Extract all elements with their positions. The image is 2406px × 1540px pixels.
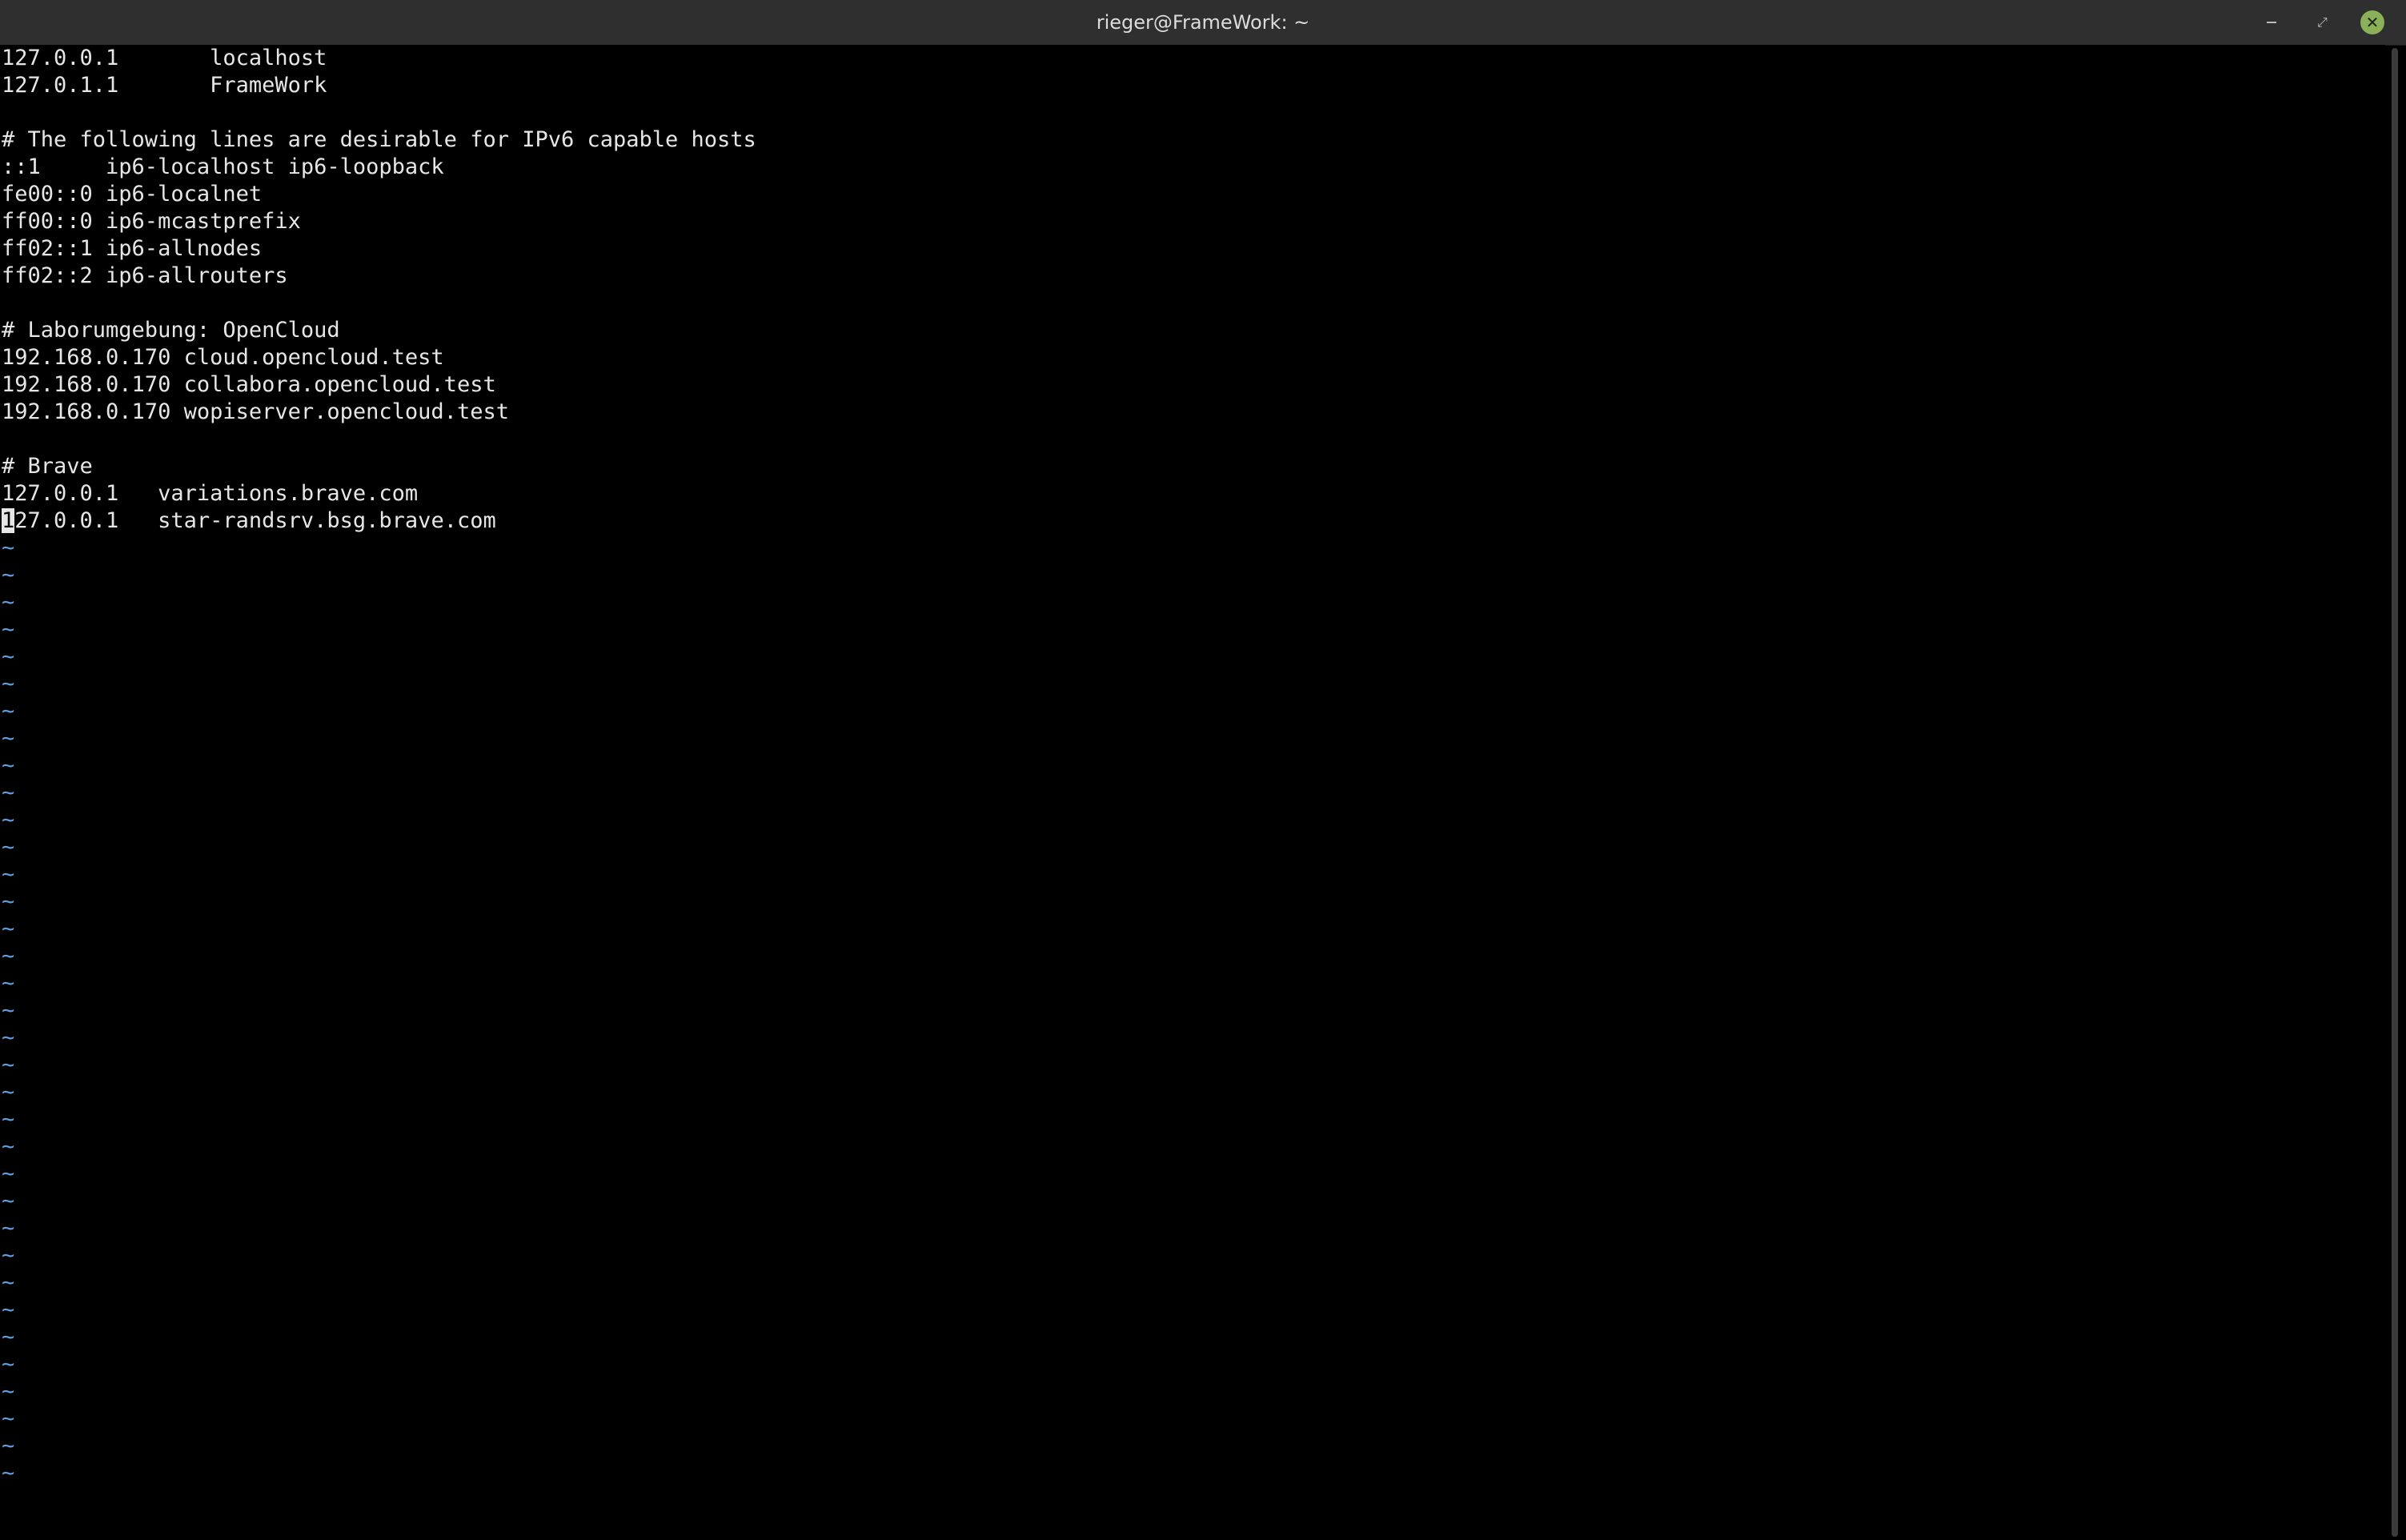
title-bar[interactable]: rieger@FrameWork: ~ ⤢ ✕ (0, 0, 2406, 46)
buffer-line: 127.0.0.1 variations.brave.com (2, 481, 419, 506)
empty-line-tilde: ~ (2, 780, 15, 805)
vim-editor-buffer[interactable]: 127.0.0.1 localhost 127.0.1.1 FrameWork … (0, 45, 2385, 1540)
empty-line-tilde: ~ (2, 1379, 15, 1404)
empty-line-tilde: ~ (2, 617, 15, 642)
empty-line-tilde: ~ (2, 590, 15, 615)
buffer-line: # Brave (2, 454, 93, 479)
empty-line-tilde: ~ (2, 644, 15, 669)
terminal-window: rieger@FrameWork: ~ ⤢ ✕ 127.0.0.1 localh… (0, 0, 2406, 1540)
empty-line-tilde: ~ (2, 1297, 15, 1322)
empty-line-tilde: ~ (2, 1270, 15, 1295)
empty-line-tilde: ~ (2, 944, 15, 969)
empty-line-tilde: ~ (2, 726, 15, 751)
empty-line-tilde: ~ (2, 1080, 15, 1105)
empty-line-tilde: ~ (2, 1053, 15, 1077)
empty-line-tilde: ~ (2, 1025, 15, 1050)
cursor-line-rest: 27.0.0.1 star-randsrv.bsg.brave.com (14, 508, 496, 533)
buffer-line: ff02::1 ip6-allnodes (2, 236, 263, 261)
empty-line-tilde: ~ (2, 1161, 15, 1186)
buffer-line: ff00::0 ip6-mcastprefix (2, 209, 301, 234)
buffer-line-with-cursor: 127.0.0.1 star-randsrv.bsg.brave.com (2, 507, 496, 535)
empty-line-tilde: ~ (2, 1243, 15, 1268)
empty-line-tilde: ~ (2, 835, 15, 860)
minimize-icon (2267, 22, 2276, 23)
empty-line-tilde: ~ (2, 1434, 15, 1458)
empty-line-tilde: ~ (2, 1406, 15, 1431)
buffer-line: ff02::2 ip6-allrouters (2, 263, 288, 288)
close-icon: ✕ (2365, 13, 2380, 32)
buffer-line: 127.0.1.1 FrameWork (2, 73, 327, 98)
buffer-line: ::1 ip6-localhost ip6-loopback (2, 154, 444, 179)
buffer-line: 192.168.0.170 cloud.opencloud.test (2, 345, 444, 370)
empty-line-tilde: ~ (2, 1352, 15, 1377)
empty-line-tilde: ~ (2, 535, 15, 560)
minimize-button[interactable] (2259, 10, 2284, 35)
empty-line-tilde: ~ (2, 699, 15, 724)
empty-line-tilde: ~ (2, 563, 15, 588)
buffer-line: 127.0.0.1 localhost (2, 46, 327, 70)
empty-line-tilde: ~ (2, 672, 15, 696)
empty-line-tilde: ~ (2, 808, 15, 832)
empty-line-tilde: ~ (2, 753, 15, 778)
scrollbar[interactable] (2390, 48, 2400, 1537)
empty-line-tilde: ~ (2, 862, 15, 887)
empty-line-tilde: ~ (2, 1189, 15, 1213)
empty-line-tilde: ~ (2, 1216, 15, 1241)
maximize-icon: ⤢ (2317, 14, 2328, 30)
window-title: rieger@FrameWork: ~ (1096, 11, 1310, 34)
buffer-line: # The following lines are desirable for … (2, 127, 756, 152)
empty-line-tilde: ~ (2, 1134, 15, 1159)
scrollbar-thumb[interactable] (2392, 48, 2398, 1537)
buffer-line: fe00::0 ip6-localnet (2, 182, 263, 207)
empty-line-tilde: ~ (2, 916, 15, 941)
empty-line-tilde: ~ (2, 889, 15, 914)
empty-line-tilde: ~ (2, 971, 15, 996)
buffer-line: 192.168.0.170 wopiserver.opencloud.test (2, 399, 509, 424)
empty-line-tilde: ~ (2, 1325, 15, 1350)
maximize-button[interactable]: ⤢ (2310, 10, 2336, 35)
empty-line-tilde: ~ (2, 1461, 15, 1486)
text-cursor: 1 (2, 508, 15, 533)
buffer-line: # Laborumgebung: OpenCloud (2, 318, 340, 343)
close-circle-icon: ✕ (2360, 10, 2384, 34)
empty-line-tilde: ~ (2, 1107, 15, 1132)
close-button[interactable]: ✕ (2360, 10, 2385, 35)
buffer-line: 192.168.0.170 collabora.opencloud.test (2, 372, 496, 397)
empty-line-tilde: ~ (2, 998, 15, 1023)
